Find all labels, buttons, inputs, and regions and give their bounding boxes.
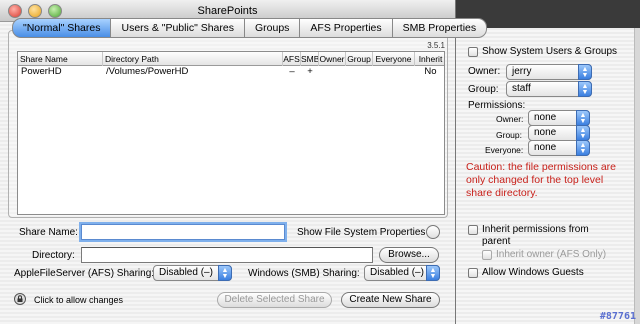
- col-afs[interactable]: AFS: [283, 52, 301, 66]
- cell-smb: +: [307, 66, 313, 77]
- show-fs-props-label: Show File System Properties: [297, 227, 426, 238]
- version-label: 3.5.1: [427, 41, 445, 50]
- smb-sharing-select[interactable]: Disabled (–) ▲ ▼: [364, 265, 440, 281]
- tab-users-public-shares[interactable]: Users & "Public" Shares: [111, 18, 245, 38]
- close-icon[interactable]: [8, 4, 22, 18]
- shares-panel: 3.5.1 Share Name Directory Path AFS SMB …: [8, 30, 448, 218]
- group-select-value: staff: [512, 83, 531, 94]
- col-group[interactable]: Group: [346, 52, 373, 66]
- minimize-icon[interactable]: [28, 4, 42, 18]
- perm-group-select[interactable]: none ▲ ▼: [528, 125, 590, 141]
- chevron-updown-icon: ▲ ▼: [576, 140, 590, 156]
- inherit-permissions-label-cont: parent: [482, 236, 511, 247]
- browse-button[interactable]: Browse...: [379, 247, 439, 263]
- sharepoints-window: SharePoints 3.5.1 Share Name Directory P…: [0, 0, 488, 324]
- perm-group-label: Group:: [496, 130, 522, 140]
- table-row[interactable]: PowerHD /Volumes/PowerHD – + No: [18, 66, 444, 78]
- afs-sharing-select[interactable]: Disabled (–) ▲ ▼: [153, 265, 232, 281]
- cell-inherit: No: [424, 66, 437, 77]
- create-share-button[interactable]: Create New Share: [341, 292, 440, 308]
- col-share-name[interactable]: Share Name: [18, 52, 103, 66]
- chevron-updown-icon: ▲ ▼: [578, 64, 592, 80]
- owner-select-value: jerry: [512, 66, 532, 77]
- col-smb[interactable]: SMB: [301, 52, 319, 66]
- col-directory-path[interactable]: Directory Path: [103, 52, 283, 66]
- lock-label: Click to allow changes: [34, 295, 124, 305]
- share-name-input[interactable]: [81, 224, 285, 240]
- chevron-updown-icon: ▲ ▼: [576, 125, 590, 141]
- owner-select[interactable]: jerry ▲ ▼: [506, 64, 592, 80]
- perm-everyone-select[interactable]: none ▲ ▼: [528, 140, 590, 156]
- cell-everyone: [373, 66, 415, 78]
- share-name-label: Share Name:: [19, 227, 78, 238]
- inherit-owner-label: Inherit owner (AFS Only): [496, 249, 607, 260]
- lock-icon[interactable]: [14, 293, 26, 305]
- perm-owner-value: none: [534, 112, 557, 123]
- inherit-permissions-checkbox[interactable]: [468, 225, 478, 235]
- permissions-label: Permissions:: [468, 100, 526, 111]
- tab-normal-shares[interactable]: "Normal" Shares: [12, 18, 112, 38]
- directory-label: Directory:: [32, 250, 75, 261]
- chevron-updown-icon: ▲ ▼: [426, 265, 440, 281]
- allow-windows-guests-label: Allow Windows Guests: [482, 267, 584, 278]
- watermark: #87761: [599, 311, 636, 322]
- shares-table[interactable]: Share Name Directory Path AFS SMB Owner …: [17, 51, 445, 215]
- delete-share-button[interactable]: Delete Selected Share: [217, 292, 332, 308]
- chevron-updown-icon: ▲ ▼: [576, 110, 590, 126]
- perm-everyone-label: Everyone:: [485, 145, 524, 155]
- smb-sharing-value: Disabled (–): [370, 267, 424, 278]
- cell-owner: [319, 66, 346, 78]
- perm-owner-select[interactable]: none ▲ ▼: [528, 110, 590, 126]
- col-everyone[interactable]: Everyone: [373, 52, 415, 66]
- drawer-edge: [634, 28, 640, 324]
- show-fs-props-toggle[interactable]: [426, 225, 440, 239]
- col-owner[interactable]: Owner: [319, 52, 346, 66]
- afs-sharing-label: AppleFileServer (AFS) Sharing:: [14, 268, 155, 279]
- perm-everyone-value: none: [534, 142, 557, 153]
- tab-groups[interactable]: Groups: [244, 18, 301, 38]
- table-body: PowerHD /Volumes/PowerHD – + No: [18, 66, 444, 78]
- inherit-owner-checkbox[interactable]: [482, 250, 492, 260]
- tab-bar: "Normal" Shares Users & "Public" Shares …: [12, 18, 488, 38]
- allow-windows-guests-checkbox[interactable]: [468, 268, 478, 278]
- afs-sharing-value: Disabled (–): [159, 267, 213, 278]
- cell-afs: –: [289, 66, 295, 77]
- tab-smb-properties[interactable]: SMB Properties: [392, 18, 488, 38]
- owner-label: Owner:: [468, 66, 501, 77]
- window-title: SharePoints: [197, 5, 258, 17]
- caution-message: Caution: the file permissions are only c…: [466, 161, 616, 199]
- smb-sharing-label: Windows (SMB) Sharing:: [248, 268, 360, 279]
- show-system-users-label: Show System Users & Groups: [482, 46, 618, 57]
- group-select[interactable]: staff ▲ ▼: [506, 81, 592, 97]
- col-inherit[interactable]: Inherit: [415, 52, 446, 66]
- perm-group-value: none: [534, 127, 557, 138]
- cell-directory-path: /Volumes/PowerHD: [106, 66, 189, 77]
- tab-afs-properties[interactable]: AFS Properties: [300, 18, 393, 38]
- table-header: Share Name Directory Path AFS SMB Owner …: [18, 52, 444, 66]
- cell-share-name: PowerHD: [21, 66, 62, 77]
- perm-owner-label: Owner:: [496, 114, 524, 124]
- cell-group: [346, 66, 373, 78]
- show-system-users-checkbox[interactable]: [468, 47, 478, 57]
- inherit-permissions-label: Inherit permissions from: [482, 224, 589, 235]
- group-label: Group:: [468, 84, 499, 95]
- chevron-updown-icon: ▲ ▼: [578, 81, 592, 97]
- zoom-icon[interactable]: [48, 4, 62, 18]
- chevron-updown-icon: ▲ ▼: [218, 265, 232, 281]
- directory-input[interactable]: [81, 247, 373, 263]
